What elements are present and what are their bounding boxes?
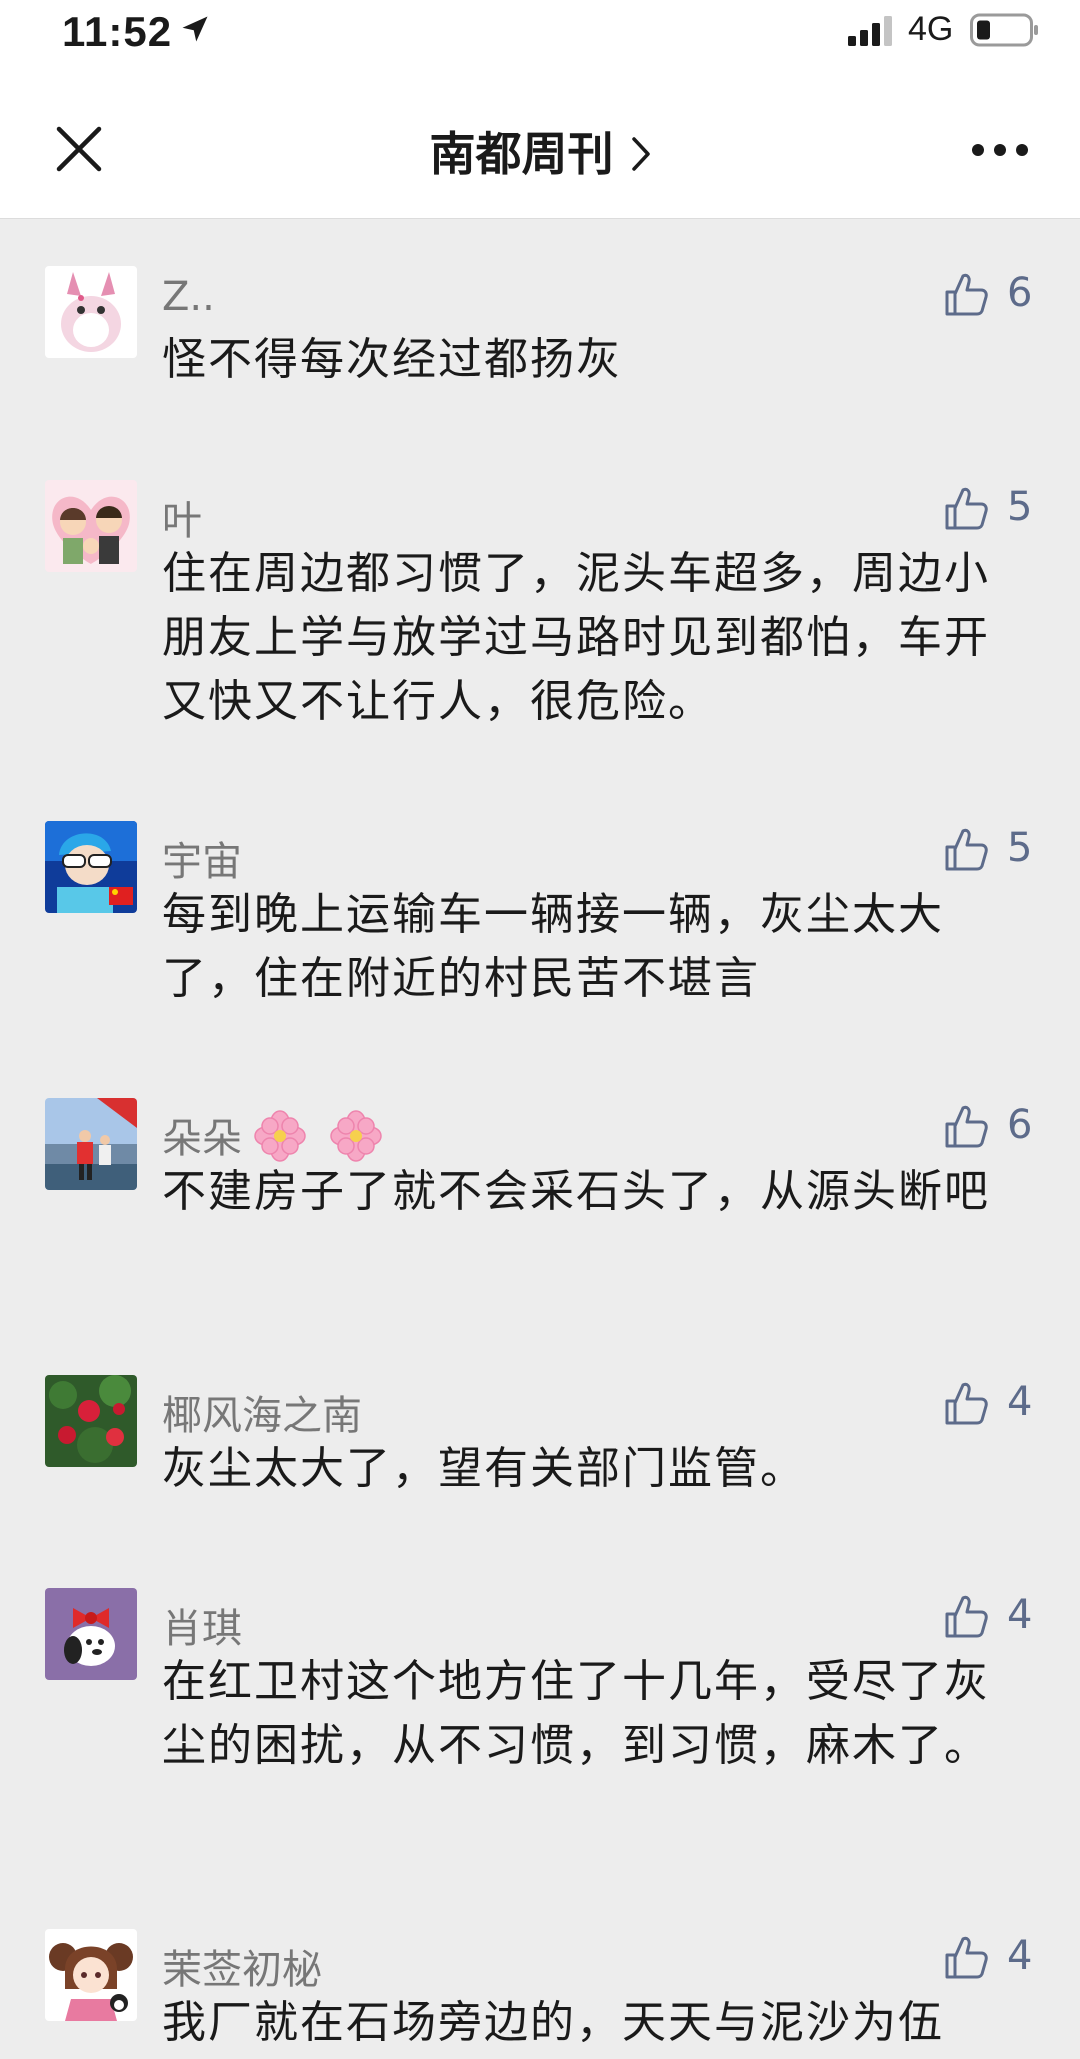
commenter-name: 叶: [162, 498, 202, 544]
commenter-name: 朵朵: [162, 1106, 382, 1164]
comment-text: 每到晚上运输车一辆接一辆，灰尘太大了，住在附近的村民苦不堪言: [162, 889, 944, 1004]
chevron-right-icon: [631, 137, 650, 171]
network-type: 4G: [908, 10, 954, 48]
avatar[interactable]: [45, 821, 137, 913]
like-button[interactable]: 6: [943, 266, 1053, 322]
thumbs-up-icon: [945, 273, 988, 316]
location-arrow-icon: [182, 16, 208, 42]
like-button[interactable]: 4: [943, 1929, 1053, 1985]
comment-text: 在红卫村这个地方住了十几年，受尽了灰尘的困扰，从不习惯，到习惯，麻木了。: [162, 1656, 990, 1771]
thumbs-up-icon: [945, 487, 988, 530]
like-count: 4: [1007, 1379, 1033, 1425]
thumbs-up-icon: [945, 828, 988, 871]
signal-icon: [848, 16, 892, 46]
thumbs-up-icon: [945, 1382, 988, 1425]
like-count: 6: [1007, 1102, 1033, 1148]
page-title: 南都周刊: [429, 127, 614, 181]
nav-bar: 南都周刊: [0, 72, 1080, 219]
like-button[interactable]: 4: [943, 1588, 1053, 1644]
cherry-blossom-icon: [330, 1110, 382, 1162]
comment-text: 灰尘太大了，望有关部门监管。: [162, 1443, 806, 1494]
comment-text: 不建房子了就不会采石头了，从源头断吧: [162, 1166, 990, 1217]
cherry-blossom-icon: [254, 1110, 306, 1162]
commenter-name: Z..: [162, 274, 215, 320]
like-button[interactable]: 5: [943, 480, 1053, 536]
like-button[interactable]: 5: [943, 821, 1053, 877]
avatar[interactable]: [45, 1375, 137, 1467]
commenter-name: 椰风海之南: [162, 1393, 362, 1439]
avatar[interactable]: [45, 480, 137, 572]
status-bar: 11:52 4G: [0, 0, 1080, 72]
like-count: 5: [1007, 484, 1033, 530]
thumbs-up-icon: [945, 1595, 988, 1638]
like-count: 4: [1007, 1592, 1033, 1638]
avatar[interactable]: [45, 1588, 137, 1680]
thumbs-up-icon: [945, 1936, 988, 1979]
like-button[interactable]: 4: [943, 1375, 1053, 1431]
battery-icon: [970, 13, 1038, 47]
nav-title-link[interactable]: 南都周刊: [0, 118, 1080, 184]
commenter-name-text: 朵朵: [162, 1116, 242, 1162]
status-time: 11:52: [62, 8, 173, 55]
thumbs-up-icon: [945, 1105, 988, 1148]
like-count: 5: [1007, 825, 1033, 871]
commenter-name: 宇宙: [162, 839, 242, 885]
comment-text: 我厂就在石场旁边的，天天与泥沙为伍: [162, 1997, 944, 2048]
avatar[interactable]: [45, 1098, 137, 1190]
like-count: 4: [1007, 1933, 1033, 1979]
comment-text: 怪不得每次经过都扬灰: [162, 334, 622, 385]
commenter-name: 茉莶初柲: [162, 1947, 322, 1993]
like-button[interactable]: 6: [943, 1098, 1053, 1154]
avatar[interactable]: [45, 266, 137, 358]
more-icon[interactable]: [970, 142, 1030, 158]
comment-text: 住在周边都习惯了，泥头车超多，周边小朋友上学与放学过马路时见到都怕，车开又快又不…: [162, 548, 990, 727]
avatar[interactable]: [45, 1929, 137, 2021]
commenter-name: 肖琪: [162, 1606, 242, 1652]
like-count: 6: [1007, 270, 1033, 316]
